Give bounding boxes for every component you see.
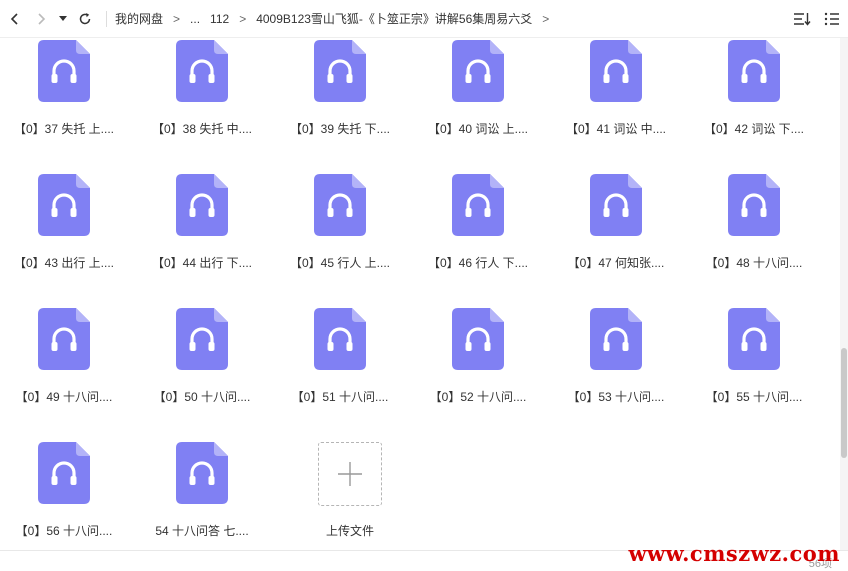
file-name: 【0】42 词讼 下.... bbox=[703, 122, 805, 136]
audio-file-icon bbox=[38, 442, 90, 504]
file-item[interactable]: 【0】50 十八问.... bbox=[138, 308, 266, 428]
file-item[interactable]: 【0】56 十八问.... bbox=[0, 442, 128, 550]
file-name: 54 十八问答 七.... bbox=[155, 524, 249, 538]
file-name: 【0】37 失托 上.... bbox=[13, 122, 115, 136]
file-item[interactable]: 【0】37 失托 上.... bbox=[0, 40, 128, 160]
more-vertical-icon bbox=[824, 12, 839, 26]
file-name: 【0】47 何知张.... bbox=[567, 256, 665, 270]
sort-icon bbox=[794, 13, 811, 26]
breadcrumb-separator: > bbox=[239, 11, 247, 26]
file-item[interactable]: 【0】48 十八问.... bbox=[690, 174, 818, 294]
breadcrumb: 我的网盘 > ... 112 > 4009B123雪山飞狐-《卜筮正宗》讲解56… bbox=[115, 10, 559, 27]
caret-down-icon bbox=[59, 15, 67, 21]
audio-file-icon bbox=[176, 40, 228, 102]
upload-label: 上传文件 bbox=[325, 524, 374, 538]
audio-file-icon bbox=[176, 174, 228, 236]
file-item[interactable]: 54 十八问答 七.... bbox=[138, 442, 266, 550]
upload-button[interactable] bbox=[318, 442, 382, 506]
file-item[interactable]: 【0】53 十八问.... bbox=[552, 308, 680, 428]
audio-file-icon bbox=[452, 308, 504, 370]
file-name: 【0】44 出行 下.... bbox=[151, 256, 253, 270]
file-name: 【0】48 十八问.... bbox=[705, 256, 803, 270]
breadcrumb-current-folder[interactable]: 4009B123雪山飞狐-《卜筮正宗》讲解56集周易六爻 bbox=[256, 10, 532, 27]
breadcrumb-separator: > bbox=[173, 11, 181, 26]
chevron-right-icon bbox=[38, 12, 46, 25]
file-name: 【0】41 词讼 中.... bbox=[565, 122, 667, 136]
scrollbar-thumb[interactable] bbox=[841, 348, 847, 458]
file-name: 【0】45 行人 上.... bbox=[289, 256, 391, 270]
file-name: 【0】51 十八问.... bbox=[291, 390, 389, 404]
file-grid: 【0】37 失托 上.... 【0】38 失托 中.... 【0】39 失托 下..… bbox=[0, 38, 848, 550]
scrollbar-track[interactable] bbox=[840, 38, 848, 550]
file-name: 【0】52 十八问.... bbox=[429, 390, 527, 404]
audio-file-icon bbox=[176, 308, 228, 370]
file-item[interactable]: 【0】46 行人 下.... bbox=[414, 174, 542, 294]
file-item[interactable]: 【0】41 词讼 中.... bbox=[552, 40, 680, 160]
view-tools bbox=[792, 0, 842, 38]
toolbar: 我的网盘 > ... 112 > 4009B123雪山飞狐-《卜筮正宗》讲解56… bbox=[0, 0, 848, 38]
more-options-button[interactable] bbox=[822, 9, 842, 29]
audio-file-icon bbox=[590, 40, 642, 102]
file-name: 【0】39 失托 下.... bbox=[289, 122, 391, 136]
breadcrumb-ellipsis[interactable]: ... bbox=[190, 12, 200, 26]
watermark: www.cmszwz.com bbox=[628, 541, 840, 566]
file-item[interactable]: 【0】39 失托 下.... bbox=[276, 40, 404, 160]
audio-file-icon bbox=[314, 40, 366, 102]
audio-file-icon bbox=[590, 308, 642, 370]
plus-icon bbox=[338, 462, 362, 486]
audio-file-icon bbox=[452, 40, 504, 102]
file-name: 【0】43 出行 上.... bbox=[13, 256, 115, 270]
audio-file-icon bbox=[38, 174, 90, 236]
file-name: 【0】55 十八问.... bbox=[705, 390, 803, 404]
toolbar-divider bbox=[106, 10, 107, 27]
file-name: 【0】50 十八问.... bbox=[153, 390, 251, 404]
chevron-left-icon bbox=[10, 12, 18, 25]
file-item[interactable]: 【0】45 行人 上.... bbox=[276, 174, 404, 294]
audio-file-icon bbox=[452, 174, 504, 236]
file-item[interactable]: 【0】40 词讼 上.... bbox=[414, 40, 542, 160]
audio-file-icon bbox=[728, 174, 780, 236]
file-item[interactable]: 【0】52 十八问.... bbox=[414, 308, 542, 428]
file-item[interactable]: 【0】43 出行 上.... bbox=[0, 174, 128, 294]
file-name: 【0】38 失托 中.... bbox=[151, 122, 253, 136]
back-button[interactable] bbox=[2, 0, 28, 38]
file-item[interactable]: 【0】42 词讼 下.... bbox=[690, 40, 818, 160]
file-name: 【0】40 词讼 上.... bbox=[427, 122, 529, 136]
refresh-icon bbox=[79, 12, 91, 24]
breadcrumb-separator: > bbox=[542, 11, 550, 26]
audio-file-icon bbox=[176, 442, 228, 504]
file-name: 【0】46 行人 下.... bbox=[427, 256, 529, 270]
file-item[interactable]: 【0】38 失托 中.... bbox=[138, 40, 266, 160]
file-name: 【0】49 十八问.... bbox=[15, 390, 113, 404]
breadcrumb-root[interactable]: 我的网盘 bbox=[115, 10, 163, 27]
audio-file-icon bbox=[728, 308, 780, 370]
file-name: 【0】56 十八问.... bbox=[15, 524, 113, 538]
forward-button[interactable] bbox=[28, 0, 54, 38]
file-item[interactable]: 【0】44 出行 下.... bbox=[138, 174, 266, 294]
file-item[interactable]: 【0】47 何知张.... bbox=[552, 174, 680, 294]
refresh-button[interactable] bbox=[72, 0, 98, 38]
audio-file-icon bbox=[38, 40, 90, 102]
breadcrumb-folder-112[interactable]: 112 bbox=[210, 12, 229, 26]
file-item[interactable]: 【0】49 十八问.... bbox=[0, 308, 128, 428]
file-item[interactable]: 【0】51 十八问.... bbox=[276, 308, 404, 428]
audio-file-icon bbox=[590, 174, 642, 236]
audio-file-icon bbox=[728, 40, 780, 102]
audio-file-icon bbox=[38, 308, 90, 370]
file-name: 【0】53 十八问.... bbox=[567, 390, 665, 404]
audio-file-icon bbox=[314, 308, 366, 370]
file-item[interactable]: 【0】55 十八问.... bbox=[690, 308, 818, 428]
audio-file-icon bbox=[314, 174, 366, 236]
sort-button[interactable] bbox=[792, 9, 812, 29]
history-dropdown[interactable] bbox=[54, 0, 72, 38]
